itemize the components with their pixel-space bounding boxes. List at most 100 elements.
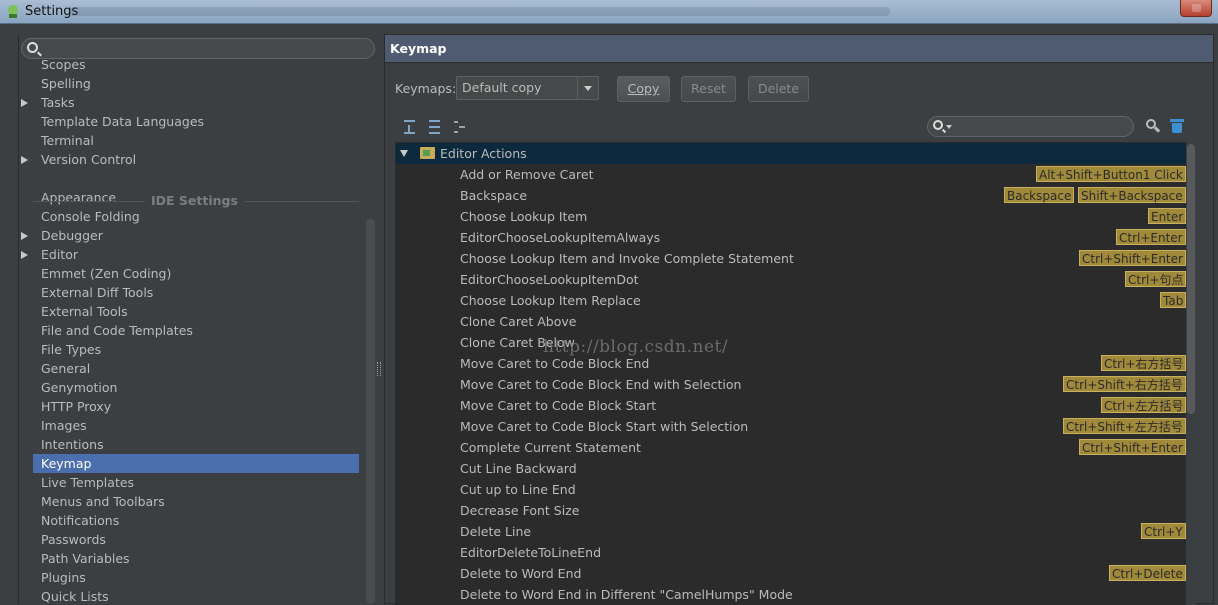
copy-button[interactable]: Copy — [617, 76, 670, 102]
sidebar-item[interactable]: Debugger — [21, 226, 359, 245]
action-row[interactable]: Move Caret to Code Block End Ctrl+右方括号 — [396, 353, 1193, 374]
action-name: Delete Line — [460, 524, 532, 539]
shortcut-badge: Ctrl+句点 — [1125, 271, 1187, 287]
sidebar-item[interactable]: General — [33, 359, 359, 378]
action-row[interactable]: Clone Caret Below — [396, 332, 1193, 353]
sidebar-item-label: Version Control — [41, 152, 137, 167]
sidebar-item-label: Quick Lists — [41, 589, 109, 604]
panel-splitter[interactable] — [377, 362, 381, 376]
sidebar-item[interactable]: Intentions — [33, 435, 359, 454]
sidebar-item[interactable]: Editor — [21, 245, 359, 264]
action-row[interactable]: Move Caret to Code Block Start Ctrl+左方括号 — [396, 395, 1193, 416]
blurred-path — [70, 7, 890, 16]
sidebar-item[interactable]: Template Data Languages — [33, 112, 359, 131]
shortcut-badge: Enter — [1148, 208, 1187, 224]
action-row[interactable]: Cut up to Line End — [396, 479, 1193, 500]
search-icon — [27, 42, 38, 53]
action-row[interactable]: EditorChooseLookupItemAlways Ctrl+Enter — [396, 227, 1193, 248]
sidebar-item[interactable]: HTTP Proxy — [33, 397, 359, 416]
sidebar-item[interactable]: Emmet (Zen Coding) — [33, 264, 359, 283]
chevron-down-icon[interactable] — [577, 77, 598, 99]
action-row[interactable]: EditorDeleteToLineEnd — [396, 542, 1193, 563]
action-row[interactable]: EditorChooseLookupItemDot Ctrl+句点 — [396, 269, 1193, 290]
action-name: Backspace — [460, 188, 528, 203]
sidebar-item-label: Live Templates — [41, 475, 135, 490]
action-name: Add or Remove Caret — [460, 167, 594, 182]
expand-arrow-icon[interactable] — [21, 99, 28, 107]
tree-group-row[interactable]: Editor Actions — [396, 143, 1193, 164]
keymap-filter-input[interactable] — [927, 116, 1134, 137]
sidebar-item[interactable]: File and Code Templates — [33, 321, 359, 340]
sidebar-item[interactable]: Terminal — [33, 131, 359, 150]
sidebar-item-label: External Diff Tools — [41, 285, 154, 300]
expand-arrow-icon[interactable] — [400, 150, 408, 157]
sidebar-item-label: Tasks — [41, 95, 75, 110]
action-row[interactable]: Delete Line Ctrl+Y — [396, 521, 1193, 542]
action-row[interactable]: Delete to Word End in Different "CamelHu… — [396, 584, 1193, 604]
sidebar-item[interactable]: Version Control — [21, 150, 359, 169]
filter-icon[interactable] — [452, 119, 467, 134]
sidebar-scrollbar[interactable] — [366, 219, 375, 604]
action-name: Cut up to Line End — [460, 482, 576, 497]
shortcut-badge: Ctrl+Shift+右方括号 — [1063, 376, 1186, 392]
sidebar-item[interactable]: File Types — [33, 340, 359, 359]
sidebar-item[interactable]: Quick Lists — [33, 587, 359, 604]
find-by-shortcut-icon[interactable] — [1144, 118, 1161, 135]
action-row[interactable]: Clone Caret Above — [396, 311, 1193, 332]
sidebar-item-label: Editor — [41, 247, 78, 262]
list-scrollbar[interactable] — [1186, 142, 1196, 605]
sidebar-item[interactable]: Spelling — [33, 74, 359, 93]
sidebar-item[interactable]: Menus and Toolbars — [33, 492, 359, 511]
shortcut-badge: Ctrl+Y — [1141, 523, 1186, 539]
sidebar-item[interactable]: Plugins — [33, 568, 359, 587]
sidebar-item[interactable]: Passwords — [33, 530, 359, 549]
sidebar-item-label: Intentions — [41, 437, 104, 452]
action-row[interactable]: Choose Lookup Item Enter — [396, 206, 1193, 227]
sidebar-item[interactable]: Notifications — [33, 511, 359, 530]
delete-button[interactable]: Delete — [748, 76, 809, 102]
sidebar-item-label: Terminal — [41, 133, 94, 148]
android-studio-icon — [8, 5, 18, 18]
action-name: Cut Line Backward — [460, 461, 577, 476]
action-row[interactable]: Cut Line Backward — [396, 458, 1193, 479]
sidebar-item[interactable]: Path Variables — [33, 549, 359, 568]
keymap-select[interactable]: Default copy — [456, 76, 599, 100]
sidebar-item[interactable]: External Tools — [33, 302, 359, 321]
action-row[interactable]: Backspace Shift+Backspace Backspace — [396, 185, 1193, 206]
search-history-icon[interactable] — [946, 125, 952, 129]
action-row[interactable]: Move Caret to Code Block End with Select… — [396, 374, 1193, 395]
scrollbar-thumb[interactable] — [1187, 144, 1195, 414]
action-row[interactable]: Move Caret to Code Block Start with Sele… — [396, 416, 1193, 437]
reset-button[interactable]: Reset — [681, 76, 736, 102]
shortcut-badge: Ctrl+右方括号 — [1101, 355, 1187, 371]
sidebar-item[interactable]: Tasks — [21, 93, 359, 112]
expand-arrow-icon[interactable] — [21, 251, 28, 259]
action-row[interactable]: Choose Lookup Item Replace Tab — [396, 290, 1193, 311]
sidebar-item[interactable]: Scopes — [33, 60, 359, 74]
action-row[interactable]: Decrease Font Size — [396, 500, 1193, 521]
sidebar-item[interactable]: Keymap — [33, 454, 359, 473]
action-name: Move Caret to Code Block End with Select… — [460, 377, 742, 392]
sidebar-item[interactable]: Genymotion — [33, 378, 359, 397]
action-row[interactable]: Complete Current Statement Ctrl+Shift+Ent… — [396, 437, 1193, 458]
sidebar-item-label: Spelling — [41, 76, 91, 91]
action-row[interactable]: Delete to Word End Ctrl+Delete — [396, 563, 1193, 584]
settings-search-input[interactable] — [21, 38, 375, 59]
expand-arrow-icon[interactable] — [21, 232, 28, 240]
expand-all-icon[interactable] — [402, 119, 417, 134]
action-name: EditorChooseLookupItemAlways — [460, 230, 661, 245]
sidebar-item[interactable]: Images — [33, 416, 359, 435]
collapse-all-icon[interactable] — [427, 119, 442, 134]
sidebar-item[interactable]: External Diff Tools — [33, 283, 359, 302]
close-window-button[interactable] — [1180, 0, 1212, 17]
trash-icon[interactable] — [1170, 118, 1184, 134]
action-row[interactable]: Choose Lookup Item and Invoke Complete S… — [396, 248, 1193, 269]
panel-header: Keymap — [385, 35, 1213, 63]
action-row[interactable]: Add or Remove Caret Alt+Shift+Button1 Cli… — [396, 164, 1193, 185]
sidebar-item[interactable]: Live Templates — [33, 473, 359, 492]
expand-arrow-icon[interactable] — [21, 156, 28, 164]
action-name: Clone Caret Above — [460, 314, 577, 329]
title-bar: Settings — [0, 0, 1218, 24]
sidebar-item-label: File Types — [41, 342, 102, 357]
shortcut-badge: Alt+Shift+Button1 Click — [1036, 166, 1186, 182]
